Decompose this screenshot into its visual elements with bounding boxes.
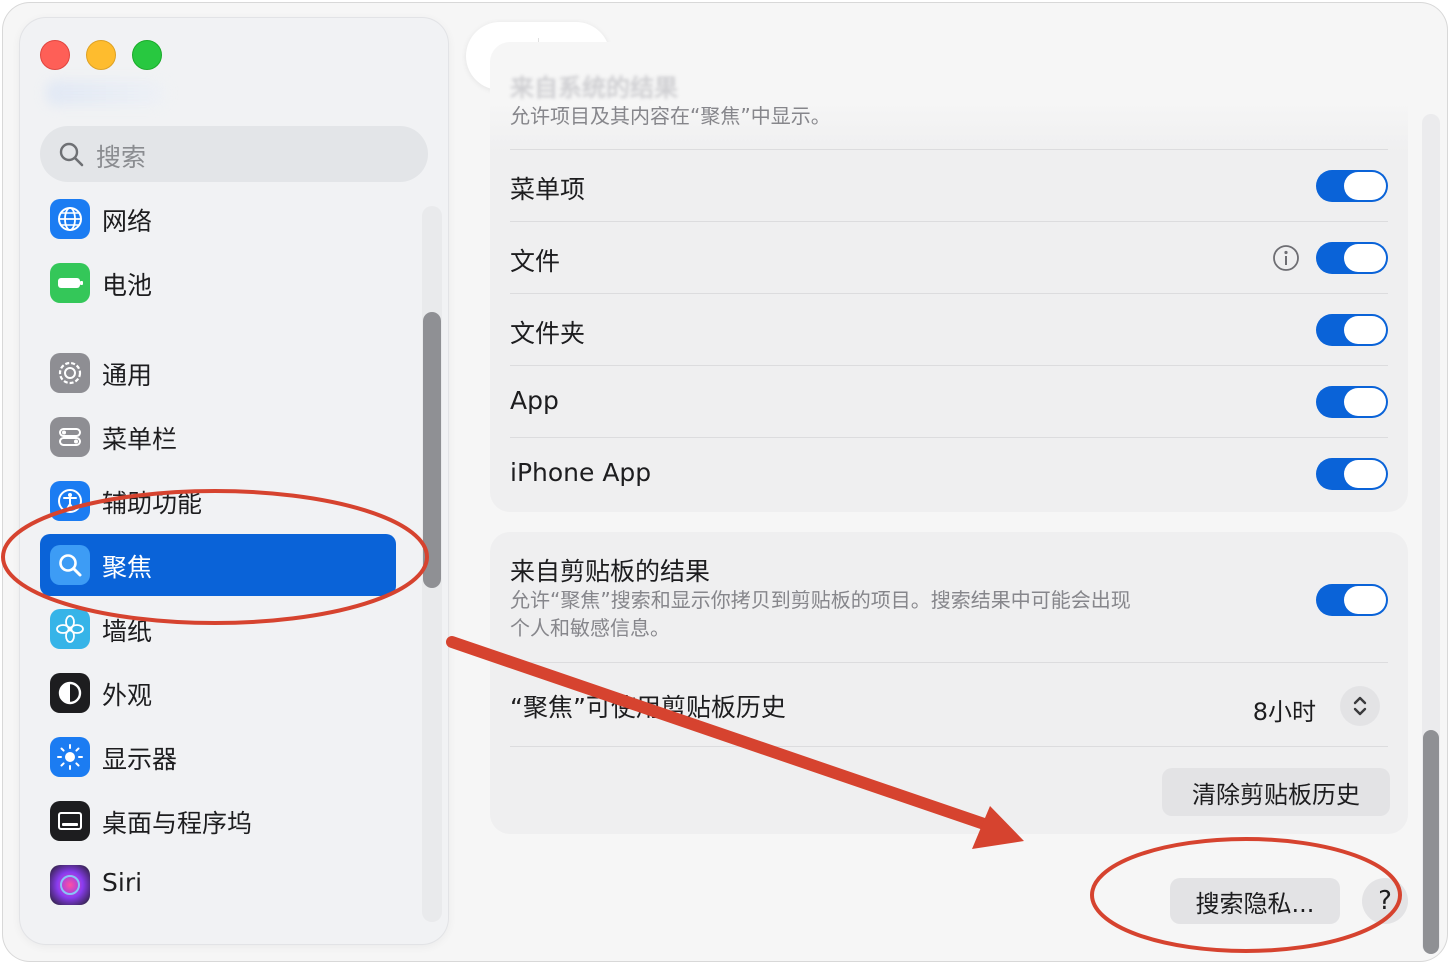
- result-row-files: 文件: [510, 226, 1388, 290]
- system-results-group: 允许项目及其内容在“聚焦”中显示。 菜单项 文件 文件夹 App iPhone …: [490, 42, 1408, 512]
- clipboard-results-group: 来自剪贴板的结果 允许“聚焦”搜索和显示你拷贝到剪贴板的项目。搜索结果中可能会出…: [490, 532, 1408, 834]
- result-label: 文件夹: [510, 319, 586, 348]
- content-scrollbar-thumb[interactable]: [1423, 730, 1439, 954]
- files-toggle[interactable]: [1316, 242, 1388, 274]
- menu-items-toggle[interactable]: [1316, 170, 1388, 202]
- sidebar-item-label: 桌面与程序坞: [102, 809, 253, 838]
- faded-section-heading: 来自系统的结果: [510, 74, 678, 102]
- result-label: 文件: [510, 247, 561, 276]
- divider: [510, 437, 1388, 438]
- sidebar-item-label: 聚焦: [102, 553, 153, 582]
- appearance-icon: [50, 673, 90, 713]
- blurred-account-row: [46, 80, 166, 106]
- result-row-menu-items: 菜单项: [510, 154, 1388, 218]
- sidebar-item-label: 显示器: [102, 745, 178, 774]
- siri-icon: [50, 865, 90, 905]
- divider: [510, 293, 1388, 294]
- result-label: iPhone App: [510, 458, 652, 487]
- clipboard-history-row: “聚焦”可使用剪贴板历史 8小时: [510, 666, 1388, 746]
- gear-icon: [50, 353, 90, 393]
- search-placeholder: 搜索: [96, 143, 147, 172]
- sidebar-item-wallpaper[interactable]: 墙纸: [40, 598, 396, 660]
- sidebar-item-network[interactable]: 网络: [40, 188, 396, 250]
- info-icon[interactable]: [1272, 244, 1300, 272]
- divider: [510, 746, 1388, 747]
- sidebar-item-spotlight[interactable]: 聚焦: [40, 534, 396, 596]
- divider: [510, 662, 1388, 663]
- sun-icon: [50, 737, 90, 777]
- sidebar-item-label: 墙纸: [102, 617, 153, 646]
- sidebar-item-label: Siri: [102, 868, 143, 897]
- divider: [510, 149, 1388, 150]
- help-button[interactable]: ?: [1362, 878, 1408, 924]
- sidebar-item-appearance[interactable]: 外观: [40, 662, 396, 724]
- search-privacy-button[interactable]: 搜索隐私...: [1170, 878, 1340, 924]
- system-results-description: 允许项目及其内容在“聚焦”中显示。: [510, 104, 831, 128]
- result-row-apps: App: [510, 370, 1388, 434]
- result-label: 菜单项: [510, 175, 586, 204]
- flower-icon: [50, 609, 90, 649]
- clear-clipboard-history-button[interactable]: 清除剪贴板历史: [1162, 768, 1390, 816]
- history-duration-stepper[interactable]: [1340, 686, 1380, 726]
- sidebar-item-label: 网络: [102, 207, 153, 236]
- sidebar-item-label: 外观: [102, 681, 153, 710]
- clipboard-title: 来自剪贴板的结果: [510, 557, 711, 586]
- close-window-button[interactable]: [40, 40, 70, 70]
- accessibility-icon: [50, 481, 90, 521]
- result-row-iphone-apps: iPhone App: [510, 442, 1388, 506]
- apps-toggle[interactable]: [1316, 386, 1388, 418]
- iphone-apps-toggle[interactable]: [1316, 458, 1388, 490]
- result-label: App: [510, 386, 559, 415]
- dock-icon: [50, 801, 90, 841]
- sidebar-item-label: 电池: [102, 271, 153, 300]
- sidebar-item-menubar[interactable]: 菜单栏: [40, 406, 396, 468]
- sidebar-item-battery[interactable]: 电池: [40, 252, 396, 314]
- sidebar-item-desktop-dock[interactable]: 桌面与程序坞: [40, 790, 396, 852]
- sidebar-item-general[interactable]: 通用: [40, 342, 396, 404]
- divider: [510, 365, 1388, 366]
- sidebar-item-accessibility[interactable]: 辅助功能: [40, 470, 396, 532]
- sidebar-scrollbar-thumb[interactable]: [423, 312, 441, 588]
- battery-icon: [50, 263, 90, 303]
- globe-icon: [50, 199, 90, 239]
- sidebar-item-label: 辅助功能: [102, 489, 203, 518]
- settings-window: 搜索 网络 电池 通用 菜单栏 辅助功能 聚焦 墙纸 外观 显示器 桌面与程序坞…: [2, 2, 1448, 962]
- result-row-folders: 文件夹: [510, 298, 1388, 362]
- menubar-icon: [50, 417, 90, 457]
- divider: [510, 221, 1388, 222]
- sidebar-item-siri[interactable]: Siri: [40, 854, 396, 916]
- clipboard-toggle[interactable]: [1316, 584, 1388, 616]
- clipboard-history-value: 8小时: [1252, 698, 1316, 726]
- search-input[interactable]: 搜索: [40, 126, 428, 182]
- minimize-window-button[interactable]: [86, 40, 116, 70]
- zoom-window-button[interactable]: [132, 40, 162, 70]
- clipboard-history-label: “聚焦”可使用剪贴板历史: [510, 693, 786, 722]
- spotlight-icon: [50, 545, 90, 585]
- sidebar-item-label: 通用: [102, 361, 153, 390]
- clipboard-description-line2: 个人和敏感信息。: [510, 616, 670, 640]
- chevron-updown-icon: [1353, 696, 1367, 716]
- clipboard-row: 来自剪贴板的结果 允许“聚焦”搜索和显示你拷贝到剪贴板的项目。搜索结果中可能会出…: [510, 552, 1388, 652]
- clipboard-description-line1: 允许“聚焦”搜索和显示你拷贝到剪贴板的项目。搜索结果中可能会出现: [510, 588, 1131, 612]
- search-icon: [59, 142, 84, 167]
- folders-toggle[interactable]: [1316, 314, 1388, 346]
- sidebar-item-label: 菜单栏: [102, 425, 178, 454]
- sidebar-item-displays[interactable]: 显示器: [40, 726, 396, 788]
